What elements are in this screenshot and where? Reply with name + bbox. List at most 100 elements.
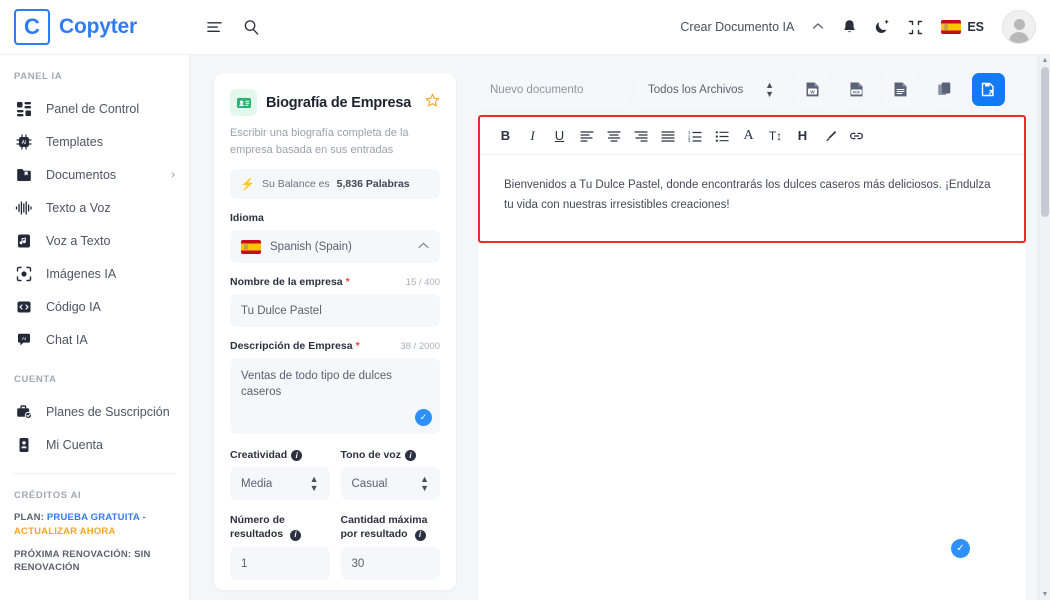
sidebar-section-credits: CRÉDITOS AI [14, 490, 82, 501]
scroll-thumb[interactable] [1041, 67, 1049, 217]
balance-value: 5,836 Palabras [336, 178, 410, 190]
star-icon[interactable] [425, 93, 440, 112]
sidebar-item-panel-de-control[interactable]: Panel de Control [0, 92, 189, 125]
form-description: Escribir una biografía completa de la em… [230, 127, 409, 156]
language-select[interactable]: Spanish (Spain) [230, 230, 440, 263]
ordered-list-button[interactable]: 123 [681, 123, 708, 148]
files-filter-select[interactable]: Todos los Archivos ▲ ▼ [637, 73, 785, 106]
heading-button[interactable]: H [789, 123, 816, 148]
sidebar-item-codigo-ia[interactable]: Código IA [0, 290, 189, 323]
editor-column: Nuevo documento Todos los Archivos ▲ ▼ W … [478, 73, 1026, 600]
sidebar-item-label: Documentos [46, 167, 117, 182]
italic-button[interactable]: I [519, 123, 546, 148]
search-icon[interactable] [243, 19, 260, 36]
info-icon[interactable]: i [290, 530, 302, 542]
scroll-down-arrow[interactable]: ▼ [1041, 591, 1049, 598]
document-name-input[interactable]: Nuevo documento [478, 73, 626, 106]
editor-highlighted-region: B I U 1 2 3 A T↕ H Bienvenidos a Tu Dulc… [478, 115, 1026, 244]
link-icon[interactable] [843, 123, 870, 148]
align-left-button[interactable] [573, 123, 600, 148]
export-pdf-button[interactable]: PDF [840, 73, 873, 106]
company-description-label: Descripción de Empresa * 38 / 2000 [230, 340, 440, 352]
updown-icon: ▲ ▼ [765, 79, 774, 99]
brand-logo[interactable]: C Copyter [0, 9, 190, 45]
contact-card-icon [230, 89, 257, 116]
info-icon[interactable]: i [404, 449, 416, 461]
editor-content[interactable]: Bienvenidos a Tu Dulce Pastel, donde enc… [480, 155, 1024, 241]
collapse-icon[interactable] [908, 20, 923, 35]
required-marker: * [345, 276, 350, 288]
bell-icon[interactable] [842, 19, 857, 35]
export-text-button[interactable] [884, 73, 917, 106]
page-title: Biografía de Empresa [266, 94, 412, 111]
folder-bookmark-icon [14, 165, 33, 184]
sidebar-item-imagenes-ia[interactable]: Imágenes IA [0, 257, 189, 290]
copy-button[interactable] [928, 73, 961, 106]
top-bar: C Copyter Crear Documento IA ES [0, 0, 1050, 55]
sidebar-item-label: Chat IA [46, 332, 88, 347]
results-count-input[interactable]: 1 [230, 547, 330, 581]
avatar[interactable] [1002, 10, 1036, 44]
plan-separator: - [142, 512, 146, 523]
code-icon [14, 297, 33, 316]
page-scrollbar[interactable]: ▲ ▼ [1038, 55, 1050, 600]
sidebar-section-panel: PANEL IA [14, 71, 63, 82]
results-count-label-text: Número de resultados [230, 514, 285, 541]
language-code: ES [967, 20, 984, 34]
chevron-up-icon[interactable] [812, 21, 824, 33]
balance-prefix: Su Balance es [261, 178, 330, 190]
document-toolbar: Nuevo documento Todos los Archivos ▲ ▼ W … [478, 73, 1026, 106]
svg-text:AI: AI [21, 336, 25, 341]
language-label-text: Idioma [230, 212, 264, 224]
font-color-button[interactable]: A [735, 123, 762, 148]
sidebar-item-chat-ia[interactable]: AI Chat IA [0, 323, 189, 356]
language-select-value: Spanish (Spain) [270, 240, 352, 253]
list-icon[interactable] [206, 19, 223, 36]
plan-upgrade-link[interactable]: ACTUALIZAR AHORA [14, 526, 116, 537]
company-name-input[interactable]: Tu Dulce Pastel [230, 294, 440, 327]
plan-prefix: PLAN: [14, 512, 45, 523]
company-name-counter: 15 / 400 [405, 276, 440, 288]
sidebar-item-mi-cuenta[interactable]: Mi Cuenta [0, 428, 189, 461]
moon-icon[interactable] [875, 19, 890, 35]
tone-select[interactable]: Casual ▲ ▼ [340, 467, 440, 500]
plan-info: PLAN: PRUEBA GRATUITA - ACTUALIZAR AHORA [0, 511, 189, 539]
unordered-list-button[interactable] [708, 123, 735, 148]
bold-button[interactable]: B [492, 123, 519, 148]
sidebar-item-templates[interactable]: AI Templates [0, 125, 189, 158]
max-amount-input[interactable]: 30 [340, 547, 440, 581]
sidebar-item-planes-de-suscripcion[interactable]: Planes de Suscripción [0, 395, 189, 428]
align-justify-button[interactable] [654, 123, 681, 148]
top-bar-right: Crear Documento IA ES [680, 10, 1050, 44]
tone-label-text: Tono de voz [340, 449, 401, 461]
align-center-button[interactable] [600, 123, 627, 148]
sidebar-item-texto-a-voz[interactable]: Texto a Voz [0, 191, 189, 224]
sidebar-item-label: Templates [46, 134, 103, 149]
language-selector[interactable]: ES [941, 20, 984, 34]
save-document-button[interactable] [972, 73, 1005, 106]
sidebar-item-label: Planes de Suscripción [46, 404, 170, 419]
scroll-up-arrow[interactable]: ▲ [1041, 57, 1049, 64]
brush-icon[interactable] [816, 123, 843, 148]
info-icon[interactable]: i [414, 530, 426, 542]
company-description-textarea[interactable]: Ventas de todo tipo de dulces caseros ✓ [230, 358, 440, 434]
editor-canvas-rest[interactable]: ✓ [478, 243, 1026, 600]
creativity-select[interactable]: Media ▲ ▼ [230, 467, 330, 500]
font-size-button[interactable]: T↕ [762, 123, 789, 148]
company-description-value: Ventas de todo tipo de dulces caseros [241, 370, 392, 399]
align-right-button[interactable] [627, 123, 654, 148]
files-filter-value: Todos los Archivos [648, 83, 744, 96]
underline-button[interactable]: U [546, 123, 573, 148]
sidebar-item-label: Mi Cuenta [46, 437, 103, 452]
sidebar-item-documentos[interactable]: Documentos › [0, 158, 189, 191]
required-marker: * [355, 340, 360, 352]
chevron-right-icon: › [171, 168, 175, 181]
sidebar-item-voz-a-texto[interactable]: Voz a Texto [0, 224, 189, 257]
create-document-label[interactable]: Crear Documento IA [680, 20, 794, 34]
export-word-button[interactable]: W [796, 73, 829, 106]
svg-text:AI: AI [21, 140, 26, 146]
chevron-up-icon [418, 241, 429, 252]
briefcase-check-icon [14, 402, 33, 421]
info-icon[interactable]: i [291, 449, 303, 461]
tone-label: Tono de voz i [341, 449, 441, 461]
